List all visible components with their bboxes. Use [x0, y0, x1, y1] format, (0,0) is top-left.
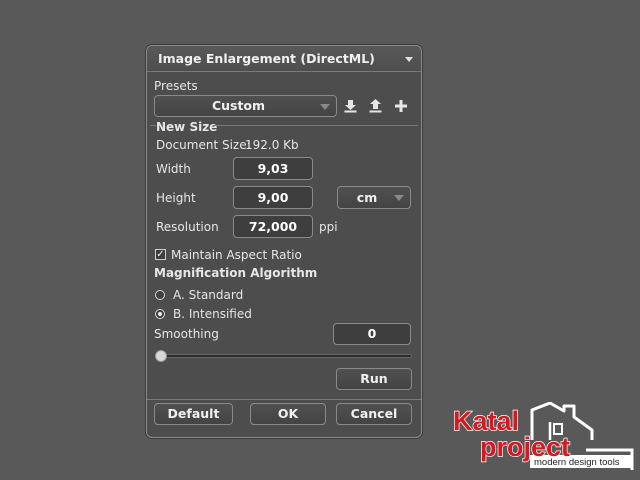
smoothing-slider-thumb[interactable]: [155, 350, 167, 362]
resolution-unit: ppi: [319, 220, 338, 234]
standard-label: A. Standard: [173, 288, 244, 302]
chevron-down-icon: [394, 195, 404, 201]
image-enlargement-dialog: Image Enlargement (DirectML) Presets Cus…: [146, 45, 422, 438]
logo-tagline: modern design tools: [534, 457, 620, 468]
document-size-value: 192.0 Kb: [245, 138, 299, 152]
ok-button[interactable]: OK: [250, 403, 326, 425]
intensified-label: B. Intensified: [173, 307, 252, 321]
height-label: Height: [156, 191, 196, 205]
save-preset-icon[interactable]: [344, 99, 357, 113]
katal-project-logo: Katal project modern design tools: [446, 401, 636, 476]
unit-dropdown[interactable]: cm: [337, 186, 411, 209]
presets-selected: Custom: [211, 98, 266, 113]
default-button[interactable]: Default: [154, 403, 233, 425]
dialog-title: Image Enlargement (DirectML): [158, 51, 375, 66]
maintain-aspect-checkbox[interactable]: ✓: [155, 249, 166, 260]
smoothing-slider-track[interactable]: [156, 354, 412, 358]
intensified-radio[interactable]: [155, 309, 165, 319]
smoothing-label: Smoothing: [154, 327, 219, 341]
magnification-heading: Magnification Algorithm: [154, 266, 318, 280]
add-preset-icon[interactable]: [395, 100, 407, 112]
dialog-menu-arrow-icon[interactable]: [405, 57, 413, 62]
logo-house-graphic: Katal project modern design tools: [452, 401, 634, 470]
section-divider-right: [213, 125, 418, 126]
footer-divider: [147, 399, 421, 400]
resolution-input[interactable]: 72,000: [233, 215, 313, 238]
presets-dropdown[interactable]: Custom: [154, 95, 337, 117]
presets-label: Presets: [154, 79, 198, 93]
width-label: Width: [156, 162, 191, 176]
chevron-down-icon: [320, 104, 330, 110]
height-input[interactable]: 9,00: [233, 186, 313, 209]
standard-radio[interactable]: [155, 290, 165, 300]
unit-selected: cm: [356, 190, 378, 205]
load-preset-icon[interactable]: [369, 99, 382, 113]
maintain-aspect-label: Maintain Aspect Ratio: [171, 248, 302, 262]
resolution-label: Resolution: [156, 220, 219, 234]
document-size-label: Document Size:: [156, 138, 251, 152]
run-button[interactable]: Run: [336, 368, 412, 390]
new-size-heading: New Size: [156, 120, 218, 134]
cancel-button[interactable]: Cancel: [336, 403, 412, 425]
width-input[interactable]: 9,03: [233, 157, 313, 180]
dialog-titlebar[interactable]: Image Enlargement (DirectML): [147, 46, 421, 72]
smoothing-input[interactable]: 0: [333, 323, 411, 345]
